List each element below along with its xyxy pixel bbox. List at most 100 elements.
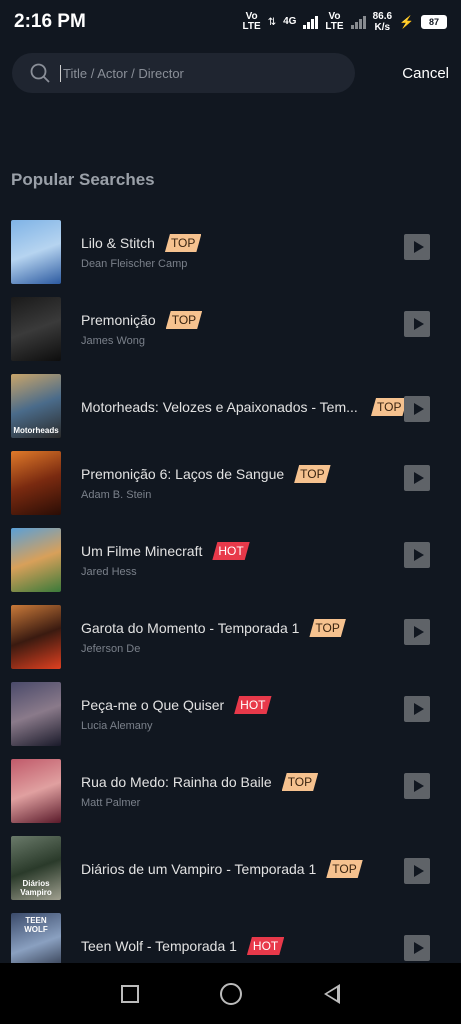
item-title: Premonição bbox=[81, 312, 156, 328]
battery-icon: 87 bbox=[421, 15, 447, 29]
hot-badge: HOT bbox=[212, 542, 249, 560]
list-item[interactable]: Motorheads Motorheads: Velozes e Apaixona… bbox=[0, 368, 461, 445]
hot-badge: HOT bbox=[247, 937, 284, 955]
poster-thumbnail bbox=[11, 451, 61, 515]
search-icon bbox=[30, 63, 50, 83]
signal-icon-1 bbox=[303, 15, 319, 29]
item-info: Garota do Momento - Temporada 1 TOP Jefers… bbox=[81, 599, 381, 655]
search-row: Cancel bbox=[12, 53, 449, 93]
search-box[interactable] bbox=[12, 53, 355, 93]
title-line: Teen Wolf - Temporada 1 HOT bbox=[81, 937, 381, 955]
play-icon[interactable] bbox=[404, 696, 430, 722]
list-item[interactable]: Diários Vampiro Diários de um Vampiro - T… bbox=[0, 830, 461, 907]
top-badge: TOP bbox=[282, 773, 318, 791]
network-gen: 4G bbox=[283, 16, 297, 27]
back-button[interactable] bbox=[324, 983, 341, 1004]
poster-thumbnail bbox=[11, 682, 61, 746]
play-icon[interactable] bbox=[404, 858, 430, 884]
title-line: Garota do Momento - Temporada 1 TOP bbox=[81, 619, 381, 637]
title-line: Premonição TOP bbox=[81, 311, 381, 329]
item-title: Um Filme Minecraft bbox=[81, 543, 203, 559]
item-info: Motorheads: Velozes e Apaixonados - Tem.… bbox=[81, 368, 381, 416]
item-director: Jared Hess bbox=[81, 566, 137, 578]
cancel-button[interactable]: Cancel bbox=[402, 65, 449, 82]
title-line: Diários de um Vampiro - Temporada 1 TOP bbox=[81, 860, 381, 878]
navigation-bar bbox=[0, 963, 461, 1024]
poster-caption: TEEN WOLF bbox=[24, 916, 48, 934]
title-line: Premonição 6: Laços de Sangue TOP bbox=[81, 465, 381, 483]
item-info: Premonição 6: Laços de Sangue TOP Adam B. … bbox=[81, 445, 381, 501]
item-info: Teen Wolf - Temporada 1 HOT bbox=[81, 907, 381, 955]
status-icons: Vo LTE ⇅ 4G Vo LTE 86.6 K/s ⚡ 87 bbox=[243, 11, 447, 33]
status-time: 2:16 PM bbox=[14, 11, 86, 32]
list-item[interactable]: Rua do Medo: Rainha do Baile TOP Matt Palm… bbox=[0, 753, 461, 830]
title-line: Peça-me o Que Quiser HOT bbox=[81, 696, 381, 714]
volte-indicator-1: Vo LTE bbox=[242, 11, 261, 32]
item-director: Dean Fleischer Camp bbox=[81, 258, 188, 270]
item-director: Adam B. Stein bbox=[81, 489, 152, 501]
top-badge: TOP bbox=[165, 234, 201, 252]
poster-thumbnail: Motorheads bbox=[11, 374, 61, 438]
play-icon[interactable] bbox=[404, 465, 430, 491]
item-title: Diários de um Vampiro - Temporada 1 bbox=[81, 861, 317, 877]
item-director: James Wong bbox=[81, 335, 145, 347]
title-line: Um Filme Minecraft HOT bbox=[81, 542, 381, 560]
item-info: Um Filme Minecraft HOT Jared Hess bbox=[81, 522, 381, 578]
item-director: Lucia Alemany bbox=[81, 720, 153, 732]
search-input[interactable] bbox=[60, 64, 335, 82]
play-icon[interactable] bbox=[404, 234, 430, 260]
poster-thumbnail: Diários Vampiro bbox=[11, 836, 61, 900]
play-icon[interactable] bbox=[404, 935, 430, 961]
top-badge: TOP bbox=[309, 619, 345, 637]
item-director: Matt Palmer bbox=[81, 797, 141, 809]
top-badge: TOP bbox=[371, 398, 407, 416]
data-arrows-icon: ⇅ bbox=[267, 16, 277, 28]
list-item[interactable]: Lilo & Stitch TOP Dean Fleischer Camp bbox=[0, 214, 461, 291]
list-item[interactable]: Um Filme Minecraft HOT Jared Hess bbox=[0, 522, 461, 599]
item-title: Premonição 6: Laços de Sangue bbox=[81, 466, 285, 482]
list-item[interactable]: Garota do Momento - Temporada 1 TOP Jefers… bbox=[0, 599, 461, 676]
item-director: Jeferson De bbox=[81, 643, 141, 655]
play-icon[interactable] bbox=[404, 311, 430, 337]
play-icon[interactable] bbox=[404, 619, 430, 645]
poster-thumbnail bbox=[11, 605, 61, 669]
item-info: Lilo & Stitch TOP Dean Fleischer Camp bbox=[81, 214, 381, 270]
signal-icon-2 bbox=[350, 15, 366, 29]
item-title: Garota do Momento - Temporada 1 bbox=[81, 620, 300, 636]
charging-icon: ⚡ bbox=[399, 15, 414, 29]
hot-badge: HOT bbox=[234, 696, 271, 714]
item-info: Premonição TOP James Wong bbox=[81, 291, 381, 347]
top-badge: TOP bbox=[166, 311, 202, 329]
item-title: Motorheads: Velozes e Apaixonados - Tem.… bbox=[81, 399, 358, 415]
home-button[interactable] bbox=[220, 982, 243, 1005]
list-item[interactable]: Premonição 6: Laços de Sangue TOP Adam B. … bbox=[0, 445, 461, 522]
play-icon[interactable] bbox=[404, 396, 430, 422]
section-title: Popular Searches bbox=[11, 170, 155, 189]
item-title: Rua do Medo: Rainha do Baile bbox=[81, 774, 272, 790]
title-line: Lilo & Stitch TOP bbox=[81, 234, 381, 252]
item-info: Peça-me o Que Quiser HOT Lucia Alemany bbox=[81, 676, 381, 732]
item-title: Peça-me o Que Quiser bbox=[81, 697, 225, 713]
list-item[interactable]: Premonição TOP James Wong bbox=[0, 291, 461, 368]
title-line: Rua do Medo: Rainha do Baile TOP bbox=[81, 773, 381, 791]
play-icon[interactable] bbox=[404, 773, 430, 799]
item-info: Rua do Medo: Rainha do Baile TOP Matt Palm… bbox=[81, 753, 381, 809]
title-line: Motorheads: Velozes e Apaixonados - Tem.… bbox=[81, 398, 381, 416]
item-info: Diários de um Vampiro - Temporada 1 TOP bbox=[81, 830, 381, 878]
poster-caption: Diários Vampiro bbox=[20, 879, 52, 897]
poster-thumbnail bbox=[11, 528, 61, 592]
poster-thumbnail bbox=[11, 220, 61, 284]
item-title: Teen Wolf - Temporada 1 bbox=[81, 938, 237, 954]
poster-thumbnail bbox=[11, 297, 61, 361]
poster-caption: Motorheads bbox=[13, 426, 59, 435]
top-badge: TOP bbox=[294, 465, 330, 483]
poster-thumbnail bbox=[11, 759, 61, 823]
status-bar: 2:16 PM Vo LTE ⇅ 4G Vo LTE 86.6 K/s ⚡ 87 bbox=[0, 0, 461, 44]
recents-button[interactable] bbox=[120, 984, 139, 1003]
item-title: Lilo & Stitch bbox=[81, 235, 155, 251]
list-item[interactable]: Peça-me o Que Quiser HOT Lucia Alemany bbox=[0, 676, 461, 753]
volte-indicator-2: Vo LTE bbox=[325, 11, 344, 32]
play-icon[interactable] bbox=[404, 542, 430, 568]
popular-searches-list: Lilo & Stitch TOP Dean Fleischer Camp Premo… bbox=[0, 214, 461, 984]
top-badge: TOP bbox=[326, 860, 362, 878]
